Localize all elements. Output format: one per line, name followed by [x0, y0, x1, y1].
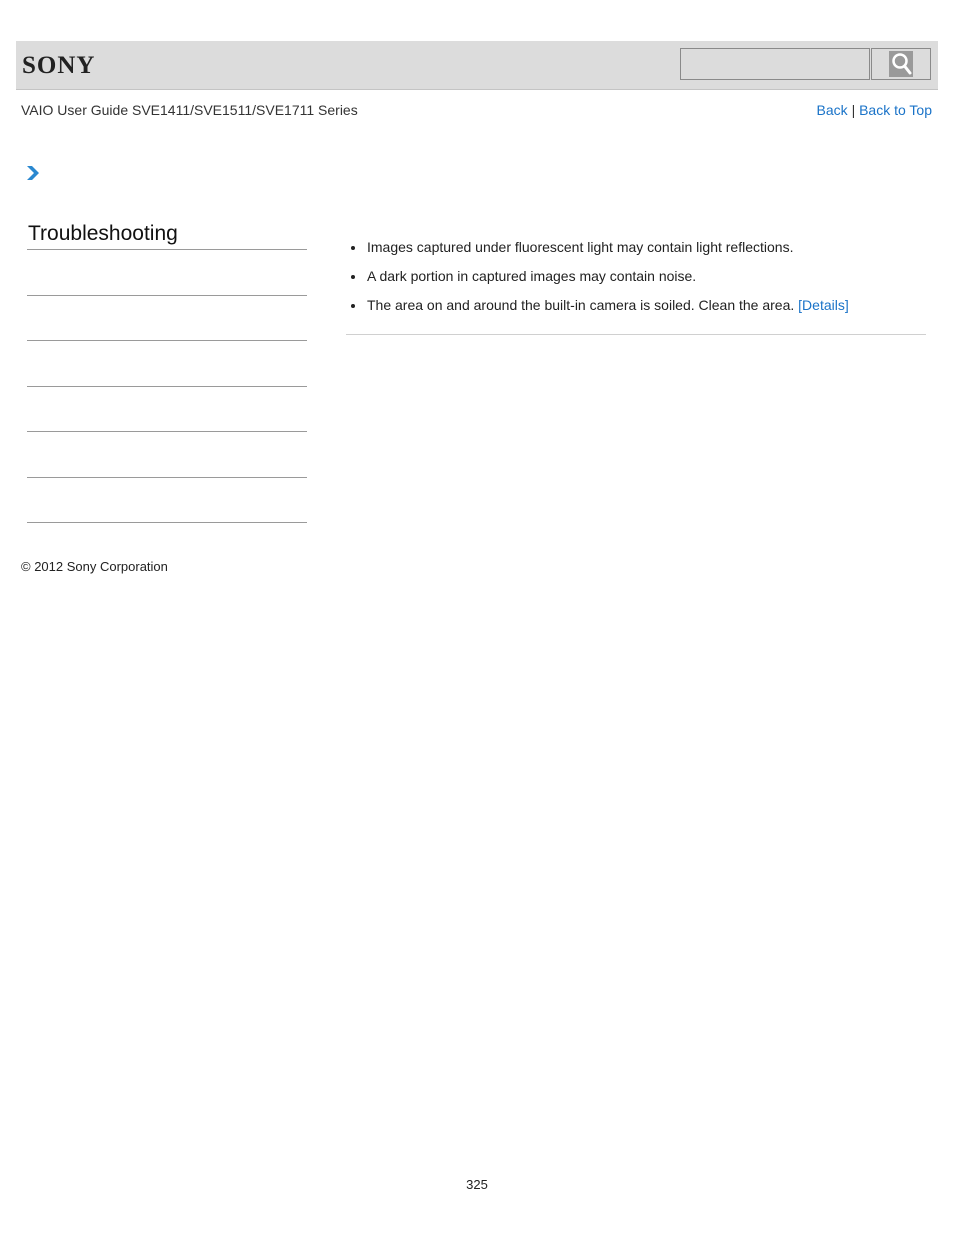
nav-links: Back | Back to Top	[817, 102, 932, 118]
sidebar-item[interactable]	[27, 295, 307, 296]
sidebar-item[interactable]	[27, 477, 307, 478]
copyright: © 2012 Sony Corporation	[21, 559, 168, 574]
list-item: The area on and around the built-in came…	[346, 296, 926, 325]
back-to-top-link[interactable]: Back to Top	[859, 102, 932, 118]
list-item-text: Images captured under fluorescent light …	[367, 239, 794, 255]
bullet-icon	[351, 275, 355, 279]
list-item: Images captured under fluorescent light …	[346, 238, 926, 267]
sidebar-item[interactable]	[27, 340, 307, 341]
nav-separator: |	[851, 102, 856, 118]
sidebar-item[interactable]	[27, 386, 307, 387]
search-icon	[889, 51, 913, 77]
chevron-right-icon	[26, 165, 40, 186]
header-bar: SONY	[16, 41, 938, 90]
details-link[interactable]: [Details]	[798, 297, 849, 313]
page-number: 325	[466, 1177, 488, 1192]
bullet-icon	[351, 304, 355, 308]
search-button[interactable]	[871, 48, 931, 80]
sidebar-item[interactable]	[27, 522, 307, 523]
sidebar-item[interactable]	[27, 431, 307, 432]
sony-logo: SONY	[22, 52, 96, 79]
list-item-text: The area on and around the built-in came…	[367, 297, 799, 313]
list-item-text: A dark portion in captured images may co…	[367, 268, 697, 284]
guide-title: VAIO User Guide SVE1411/SVE1511/SVE1711 …	[21, 102, 358, 118]
list-item: A dark portion in captured images may co…	[346, 267, 926, 296]
content-list: Images captured under fluorescent light …	[346, 238, 926, 325]
bullet-icon	[351, 246, 355, 250]
sidebar-title: Troubleshooting	[28, 222, 178, 245]
back-link[interactable]: Back	[817, 102, 848, 118]
search-input[interactable]	[680, 48, 870, 80]
content-divider	[346, 334, 926, 335]
sidebar-divider	[27, 249, 307, 250]
